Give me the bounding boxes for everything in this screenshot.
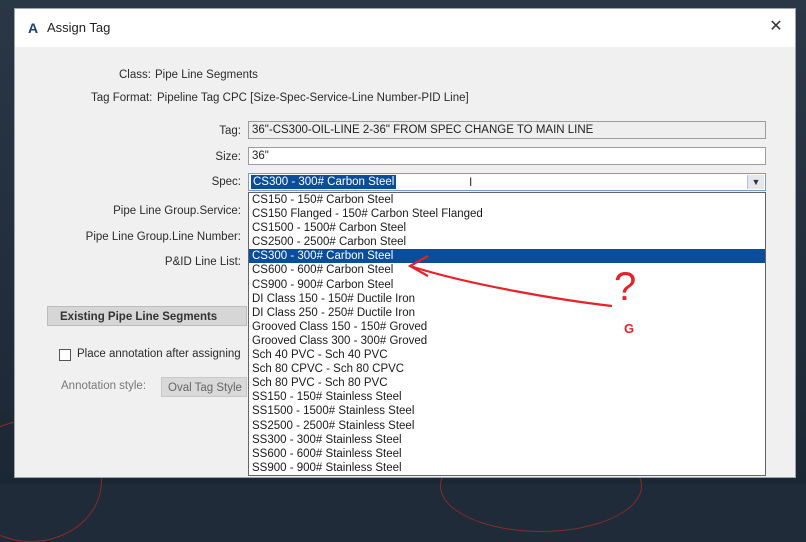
service-label: Pipe Line Group.Service: bbox=[113, 205, 241, 217]
assign-tag-dialog: A Assign Tag ✕ Class: Pipe Line Segments… bbox=[14, 8, 796, 478]
spec-option[interactable]: DI Class 150 - 150# Ductile Iron bbox=[249, 292, 765, 306]
spec-option[interactable]: SS1500 - 1500# Stainless Steel bbox=[249, 404, 765, 418]
spec-option[interactable]: Sch 40 PVC - Sch 40 PVC bbox=[249, 348, 765, 362]
chevron-down-icon[interactable]: ▼ bbox=[747, 175, 764, 189]
app-logo-icon: A bbox=[27, 20, 39, 36]
spec-combobox[interactable]: CS300 - 300# Carbon Steel I ▼ bbox=[248, 173, 766, 191]
size-input[interactable]: 36" bbox=[248, 147, 766, 165]
spec-option[interactable]: SS300 - 300# Stainless Steel bbox=[249, 433, 765, 447]
spec-label: Spec: bbox=[211, 176, 241, 188]
place-annotation-label: Place annotation after assigning bbox=[77, 348, 241, 360]
spec-option[interactable]: Grooved Class 300 - 300# Groved bbox=[249, 334, 765, 348]
spec-dropdown-list: CS150 - 150# Carbon Steel CS150 Flanged -… bbox=[248, 192, 766, 476]
spec-selected-value: CS300 - 300# Carbon Steel bbox=[251, 175, 397, 189]
spec-option[interactable]: SS600 - 600# Stainless Steel bbox=[249, 447, 765, 461]
spec-option[interactable]: CS600 - 600# Carbon Steel bbox=[249, 263, 765, 277]
spec-option[interactable]: CS150 - 150# Carbon Steel bbox=[249, 193, 765, 207]
tag-field: 36"-CS300-OIL-LINE 2-36" FROM SPEC CHANG… bbox=[248, 121, 766, 139]
spec-option[interactable]: DI Class 250 - 250# Ductile Iron bbox=[249, 306, 765, 320]
spec-option[interactable]: CS300 - 300# Carbon Steel bbox=[249, 249, 765, 264]
spec-option[interactable]: CS150 Flanged - 150# Carbon Steel Flange… bbox=[249, 207, 765, 221]
annotation-style-label: Annotation style: bbox=[61, 380, 147, 392]
tag-format-value: Pipeline Tag CPC [Size-Spec-Service-Line… bbox=[157, 92, 469, 104]
spec-option[interactable]: CS2500 - 2500# Carbon Steel bbox=[249, 235, 765, 249]
annotation-style-select: Oval Tag Style bbox=[161, 377, 247, 397]
existing-segments-header[interactable]: Existing Pipe Line Segments bbox=[47, 306, 247, 326]
spec-option[interactable]: SS150 - 150# Stainless Steel bbox=[249, 390, 765, 404]
pid-line-list-label: P&ID Line List: bbox=[164, 256, 241, 268]
spec-option[interactable]: CS900 - 900# Carbon Steel bbox=[249, 278, 765, 292]
spec-option[interactable]: CS1500 - 1500# Carbon Steel bbox=[249, 221, 765, 235]
size-label: Size: bbox=[215, 151, 241, 163]
close-icon[interactable]: ✕ bbox=[763, 15, 789, 39]
dialog-titlebar: A Assign Tag ✕ bbox=[15, 9, 795, 47]
tag-format-label: Tag Format: bbox=[91, 92, 153, 104]
class-label: Class: bbox=[119, 69, 151, 81]
class-value: Pipe Line Segments bbox=[155, 69, 258, 81]
text-cursor-icon: I bbox=[469, 175, 473, 189]
spec-option[interactable]: Grooved Class 150 - 150# Groved bbox=[249, 320, 765, 334]
dialog-title: Assign Tag bbox=[47, 20, 111, 35]
tag-label: Tag: bbox=[219, 125, 241, 137]
spec-option[interactable]: Sch 80 CPVC - Sch 80 CPVC bbox=[249, 362, 765, 376]
spec-option[interactable]: SS900 - 900# Stainless Steel bbox=[249, 461, 765, 475]
spec-option[interactable]: Sch 80 PVC - Sch 80 PVC bbox=[249, 376, 765, 390]
line-number-label: Pipe Line Group.Line Number: bbox=[85, 231, 241, 243]
spec-option[interactable]: SS2500 - 2500# Stainless Steel bbox=[249, 419, 765, 433]
place-annotation-checkbox[interactable] bbox=[59, 349, 71, 361]
